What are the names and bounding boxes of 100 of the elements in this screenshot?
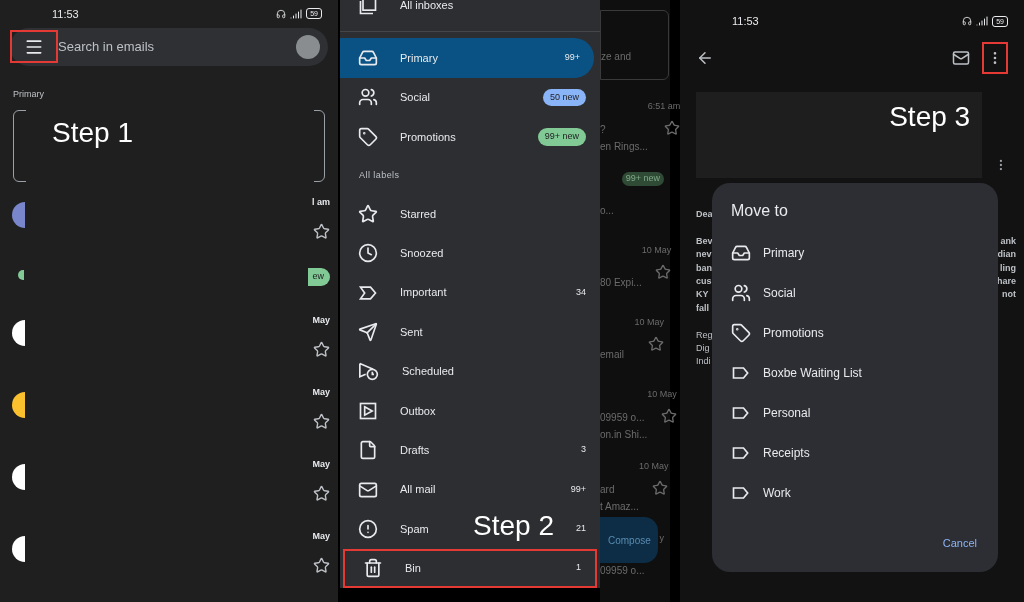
people-icon	[358, 87, 378, 108]
body-text-fragment: hare	[997, 275, 1016, 288]
body-text-fragment: Bev	[696, 234, 713, 248]
move-option[interactable]: Promotions	[731, 313, 979, 353]
new-badge: 99+ new	[621, 172, 664, 186]
star-icon[interactable]	[313, 222, 330, 240]
step-label: Step 1	[52, 116, 133, 148]
document-icon	[358, 440, 378, 461]
text-fragment: 09959 o...	[600, 563, 646, 578]
body-text-fragment: Dig	[696, 342, 711, 356]
inbox-icon	[731, 243, 751, 263]
text-fragment: ?	[600, 123, 607, 137]
mail-time: 10 May	[641, 244, 672, 257]
outbox-icon	[358, 400, 378, 421]
star-icon[interactable]	[313, 412, 330, 430]
new-badge: 50 new	[542, 88, 586, 107]
signal-icon	[976, 15, 989, 27]
drawer-item[interactable]: Primary 99+	[340, 38, 594, 78]
mail-time: May	[312, 314, 330, 327]
item-count: 99+	[564, 51, 580, 65]
mail-icon[interactable]	[952, 49, 970, 67]
tag-icon	[731, 323, 751, 343]
star-icon[interactable]	[664, 119, 681, 136]
text-fragment: t Amaz...	[600, 500, 639, 514]
mail-time: 10 May	[647, 388, 677, 401]
star-icon[interactable]	[648, 335, 664, 352]
text-fragment: ard	[600, 483, 616, 497]
text-fragment: on.in Shi...	[600, 428, 648, 442]
item-count: 34	[576, 285, 586, 299]
body-text-fragment: not	[1002, 288, 1016, 302]
headphones-icon	[276, 8, 287, 19]
body-text-fragment: fall	[696, 301, 710, 315]
text-fragment: o...	[600, 203, 615, 218]
people-icon	[731, 283, 751, 303]
drawer-item[interactable]: Important 34	[340, 273, 600, 313]
drawer-item[interactable]: Sent	[340, 312, 600, 352]
move-option[interactable]: Work	[731, 473, 979, 513]
body-text-fragment: cus	[696, 275, 713, 288]
drawer-item[interactable]: Scheduled	[340, 351, 600, 392]
star-icon[interactable]	[652, 479, 669, 496]
body-text-fragment: ank	[1000, 234, 1016, 248]
mail-time: 10 May	[634, 316, 664, 329]
send-clock-icon	[358, 361, 380, 382]
drawer-item[interactable]: All mail 99+	[340, 469, 600, 510]
body-text-fragment: KY	[696, 288, 710, 302]
star-icon[interactable]	[313, 484, 330, 502]
step-label: Step 2	[473, 510, 554, 541]
body-text-fragment: Indi	[696, 355, 712, 369]
new-badge: 99+ new	[537, 128, 586, 146]
drawer-item[interactable]: All inboxes	[340, 0, 600, 26]
mail-time: y	[659, 532, 664, 545]
text-fragment: 09959 o...	[600, 411, 646, 425]
status-time: 11:53	[52, 6, 79, 22]
move-option[interactable]: Primary	[731, 233, 979, 273]
stacked-inbox-icon	[358, 0, 378, 16]
body-text-fragment: ban	[696, 261, 713, 275]
body-text-fragment: nev	[696, 248, 713, 262]
star-icon	[358, 204, 378, 224]
move-option[interactable]: Social	[731, 273, 979, 313]
profile-picture[interactable]	[296, 34, 320, 59]
drawer-item[interactable]: Outbox	[340, 391, 600, 431]
step-label: Step 3	[889, 100, 971, 134]
item-count: 99+	[570, 482, 586, 496]
tag-icon	[358, 126, 378, 147]
item-count: 21	[576, 522, 586, 536]
drawer-item[interactable]: Spam Step 2 21	[340, 509, 600, 549]
trash-icon	[363, 558, 383, 579]
mail-time: 10 May	[638, 460, 669, 473]
body-text-fragment: dian	[997, 248, 1016, 262]
section-label: Primary	[13, 88, 44, 99]
move-option[interactable]: Personal	[731, 393, 979, 433]
star-icon[interactable]	[660, 407, 677, 424]
text-fragment: email	[600, 347, 625, 362]
drawer-item[interactable]: Promotions 99+ new	[340, 117, 600, 157]
drawer-item[interactable]: Starred	[340, 194, 600, 234]
star-icon[interactable]	[313, 556, 330, 574]
alert-icon	[358, 518, 378, 539]
drawer-item[interactable]: Bin 1	[343, 548, 597, 588]
drawer-item[interactable]: Social 50 new	[340, 77, 600, 118]
cancel-button[interactable]: Cancel	[940, 535, 979, 552]
search-bar[interactable]: Search in emails	[10, 27, 328, 66]
more-options-button[interactable]	[982, 42, 1008, 74]
text-fragment: en Rings...	[600, 140, 648, 154]
mail-time: l am	[312, 196, 330, 209]
star-icon[interactable]	[655, 263, 672, 280]
send-icon	[358, 322, 378, 343]
search-field[interactable]: Search in emails	[58, 37, 296, 57]
drawer-item[interactable]: Drafts 3	[340, 430, 600, 470]
mail-time: May	[312, 386, 330, 399]
dialog-title: Move to	[731, 201, 789, 221]
drawer-item[interactable]: Snoozed	[340, 233, 600, 274]
move-option[interactable]: Boxbe Waiting List	[731, 353, 979, 393]
inbox-icon	[358, 48, 378, 69]
move-option[interactable]: Receipts	[731, 433, 979, 473]
mail-time: May	[312, 458, 330, 471]
compose-button[interactable]: Compose	[600, 517, 658, 563]
star-icon[interactable]	[313, 340, 330, 358]
menu-button[interactable]	[10, 30, 58, 64]
mail-time: 6:51 am	[647, 100, 681, 113]
mail-time: May	[312, 530, 330, 543]
